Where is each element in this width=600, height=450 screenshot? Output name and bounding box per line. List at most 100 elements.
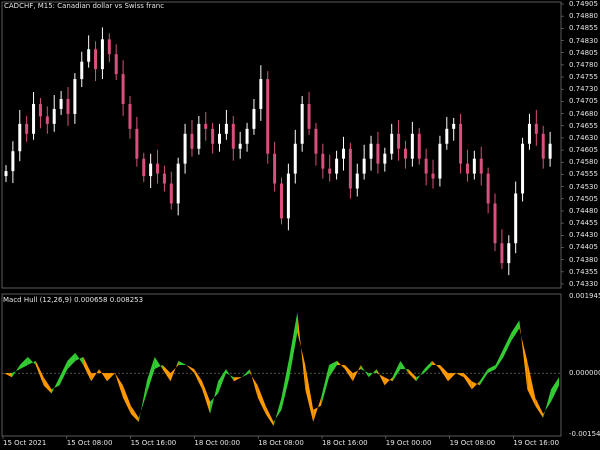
candle-body [445,128,449,144]
chart-canvas[interactable] [0,0,600,450]
candle-body [355,173,359,189]
price-tick-label: 0.74805 [569,48,598,57]
price-tick-label: 0.74505 [569,194,598,203]
candle-body [548,143,552,159]
price-tick-label: 0.74605 [569,146,598,155]
price-tick-label: 0.74355 [569,267,598,276]
candle-body [390,133,394,154]
price-tick-label: 0.74705 [569,97,598,106]
candle-body [18,123,22,152]
band-up-segment [281,356,290,410]
time-tick-label: 18 Oct 00:00 [194,439,241,447]
band-down-segment [233,377,242,382]
band-up-segment [178,360,187,365]
band-down-segment [265,405,274,427]
candle-body [472,158,476,174]
candle-body [52,108,56,124]
candle-body [376,143,380,164]
band-down-segment [249,369,258,398]
price-tick-label: 0.74430 [569,231,598,240]
candle-body [500,243,504,264]
candle-body [142,158,146,177]
candle-body [527,123,531,144]
band-up-segment [51,377,60,394]
time-tick-label: 15 Oct 08:00 [66,439,113,447]
band-up-segment [273,397,282,427]
band-up-segment [146,356,155,394]
candle-body [38,103,42,117]
candle-body [307,103,311,129]
band-down-segment [186,365,195,374]
price-tick-label: 0.74480 [569,206,598,215]
price-tick-label: 0.74655 [569,121,598,130]
band-down-segment [83,356,92,382]
candle-body [383,153,387,164]
price-tick-label: 0.74855 [569,24,598,33]
band-down-segment [527,360,536,406]
candle-body [452,123,456,129]
band-down-segment [257,385,266,414]
candle-body [73,79,77,114]
candle-body [25,123,29,134]
band-down-segment [194,369,203,390]
candle-body [218,133,222,144]
band-up-segment [75,352,84,365]
candle-body [128,103,132,129]
candle-body [362,158,366,174]
band-down-segment [408,369,417,382]
band-up-segment [226,369,234,382]
band-down-segment [535,397,544,418]
band-up-segment [154,356,163,370]
price-tick-label: 0.74580 [569,158,598,167]
band-down-segment [305,365,314,422]
band-up-segment [487,365,496,374]
candle-body [231,123,235,149]
candle-body [348,148,352,189]
candle-body [94,49,98,70]
band-up-segment [392,360,401,382]
candle-body [135,128,139,159]
indicator-chart[interactable] [4,312,559,427]
band-up-segment [479,369,488,386]
band-up-segment [210,381,219,414]
candle-body [87,49,91,62]
candle-body [197,123,201,149]
band-up-segment [329,360,337,378]
price-chart[interactable] [4,27,552,276]
band-down-segment [115,373,123,398]
price-tick-label: 0.74880 [569,12,598,21]
price-tick-label: 0.74330 [569,280,598,288]
band-down-segment [384,377,393,386]
candle-body [403,148,407,159]
price-tick-label: 0.74780 [569,60,598,69]
candle-body [424,158,428,174]
candle-body [121,74,125,104]
band-up-segment [19,356,28,370]
time-tick-label: 18 Oct 08:00 [258,439,304,447]
candle-body [410,133,414,159]
price-tick-label: 0.74555 [569,170,598,179]
candle-body [431,173,435,179]
price-tick-label: 0.74630 [569,133,598,142]
indicator-tick-label: 0.001945 [569,292,600,300]
price-tick-label: 0.74730 [569,85,598,94]
candle-body [245,128,249,144]
band-up-segment [360,365,369,378]
band-down-segment [4,373,12,378]
candle-body [438,143,442,179]
candle-body [45,116,49,124]
band-up-segment [503,332,512,357]
band-down-segment [463,373,472,390]
candle-body [11,151,15,172]
candle-body [252,108,256,129]
candle-body [176,163,180,204]
candle-body [190,133,194,149]
band-down-segment [440,365,448,382]
band-up-segment [424,360,433,374]
candle-body [293,143,297,174]
indicator-tick-label: 0.000000 [569,369,600,378]
band-up-segment [511,320,520,341]
band-down-segment [337,360,345,370]
price-tick-label: 0.74530 [569,182,598,191]
candle-body [32,103,36,134]
